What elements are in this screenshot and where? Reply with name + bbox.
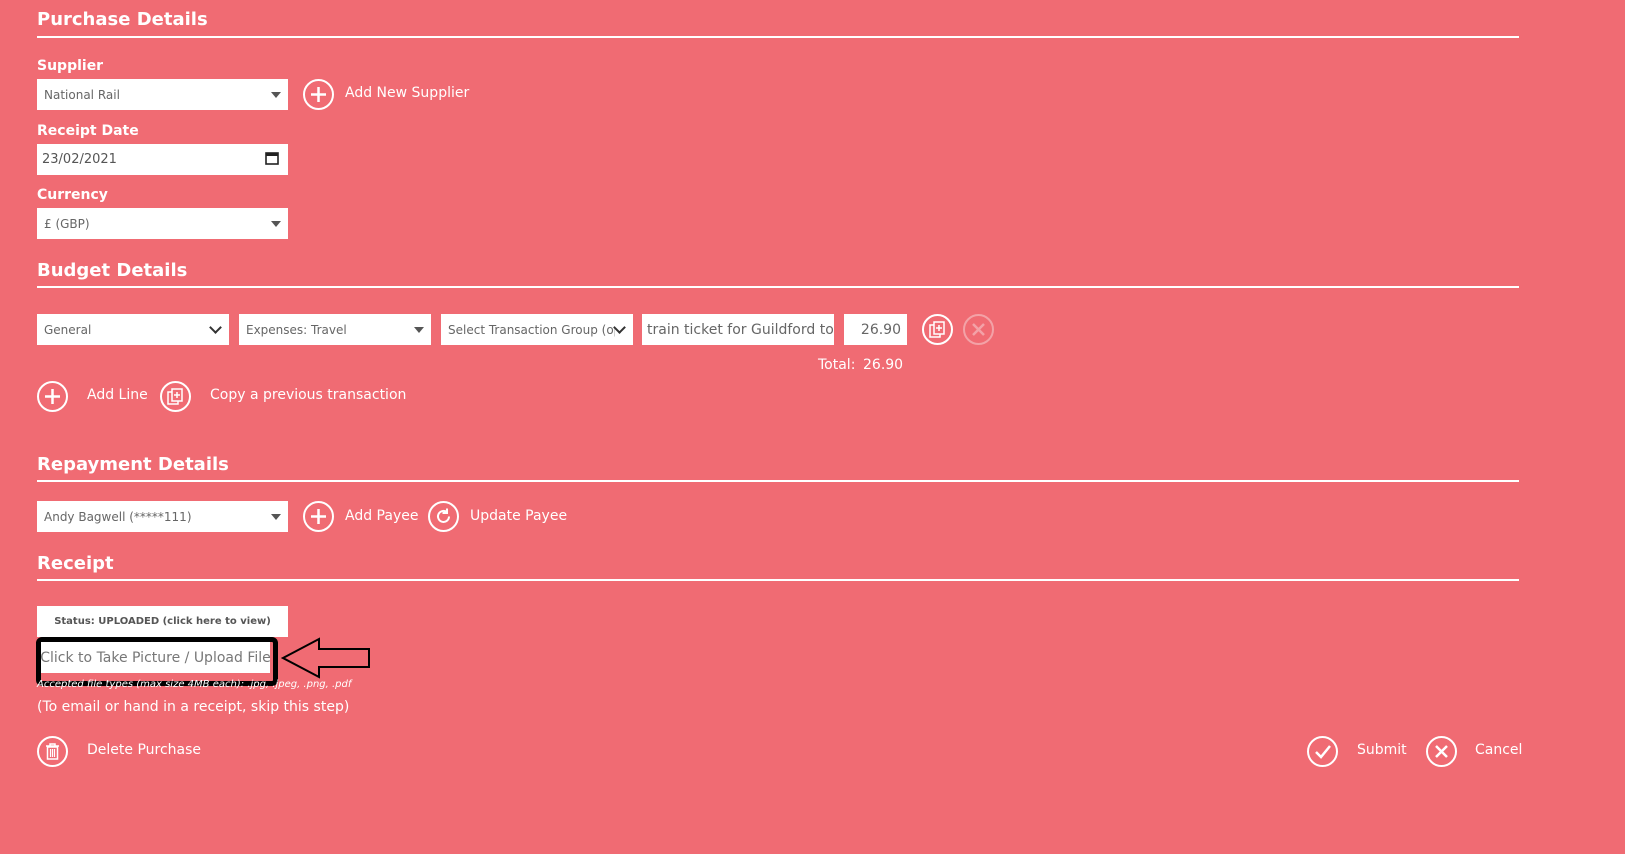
accepted-file-types: Accepted file types (max size 4MB each):…: [37, 679, 352, 690]
update-payee-button[interactable]: [428, 501, 459, 532]
transaction-group-select[interactable]: Select Transaction Group (op: [441, 314, 633, 345]
repayment-details-title: Repayment Details: [37, 454, 229, 475]
chevron-down-icon: [209, 320, 222, 334]
payee-select[interactable]: Andy Bagwell (*****111): [37, 501, 288, 532]
transaction-group-value: Select Transaction Group (op: [448, 322, 615, 337]
close-icon: [971, 322, 986, 337]
dropdown-caret-icon: [271, 220, 281, 227]
delete-purchase-link[interactable]: Delete Purchase: [87, 742, 201, 758]
upload-file-label: Click to Take Picture / Upload File: [40, 649, 271, 666]
receipt-date-value: 23/02/2021: [42, 152, 117, 167]
update-payee-link[interactable]: Update Payee: [470, 508, 567, 524]
budget-details-title: Budget Details: [37, 260, 188, 281]
category-select[interactable]: Expenses: Travel: [239, 314, 431, 345]
receipt-status-button[interactable]: Status: UPLOADED (click here to view): [37, 606, 288, 637]
payee-value: Andy Bagwell (*****111): [44, 509, 192, 524]
remove-line-button[interactable]: [963, 314, 994, 345]
close-icon: [1434, 744, 1449, 759]
copy-previous-link[interactable]: Copy a previous transaction: [210, 387, 406, 403]
amount-value: 26.90: [860, 321, 901, 338]
currency-select[interactable]: £ (GBP): [37, 208, 288, 239]
supplier-select[interactable]: National Rail: [37, 79, 288, 110]
purchase-details-title: Purchase Details: [37, 9, 208, 30]
add-payee-plus-icon[interactable]: [303, 501, 334, 532]
dropdown-caret-icon: [414, 326, 424, 333]
copy-icon: [167, 388, 184, 405]
trash-icon: [45, 743, 60, 760]
refresh-icon: [434, 507, 453, 526]
purchase-divider: [37, 36, 1519, 38]
chevron-down-icon: [613, 320, 626, 334]
delete-purchase-button[interactable]: [37, 736, 68, 767]
budget-divider: [37, 286, 1519, 288]
check-icon: [1314, 744, 1332, 760]
total-label: Total:: [818, 357, 856, 373]
add-line-plus-icon[interactable]: [37, 381, 68, 412]
add-new-supplier-link[interactable]: Add New Supplier: [345, 85, 469, 101]
add-supplier-plus-icon[interactable]: [303, 79, 334, 110]
budget-select[interactable]: General: [37, 314, 229, 345]
add-line-link[interactable]: Add Line: [87, 387, 148, 403]
copy-previous-button[interactable]: [160, 381, 191, 412]
receipt-title: Receipt: [37, 553, 114, 574]
add-payee-link[interactable]: Add Payee: [345, 508, 418, 524]
cancel-button[interactable]: [1426, 736, 1457, 767]
receipt-date-label: Receipt Date: [37, 123, 139, 139]
receipt-divider: [37, 579, 1519, 581]
dropdown-caret-icon: [271, 513, 281, 520]
supplier-value: National Rail: [44, 87, 120, 102]
description-input[interactable]: train ticket for Guildford to L: [642, 314, 834, 345]
total-value: 26.90: [863, 357, 904, 373]
supplier-label: Supplier: [37, 58, 104, 74]
submit-button[interactable]: [1307, 736, 1338, 767]
repayment-divider: [37, 480, 1519, 482]
calendar-icon[interactable]: [265, 151, 279, 169]
currency-label: Currency: [37, 187, 108, 203]
category-value: Expenses: Travel: [246, 322, 347, 337]
dropdown-caret-icon: [271, 91, 281, 98]
amount-input[interactable]: 26.90: [844, 314, 907, 345]
cancel-link[interactable]: Cancel: [1475, 742, 1522, 758]
skip-note: (To email or hand in a receipt, skip thi…: [37, 699, 350, 715]
copy-line-button[interactable]: [922, 314, 953, 345]
receipt-date-input[interactable]: 23/02/2021: [37, 144, 288, 175]
copy-icon: [929, 321, 946, 338]
description-value: train ticket for Guildford to L: [647, 321, 834, 338]
upload-file-button[interactable]: Click to Take Picture / Upload File: [40, 642, 271, 675]
arrow-left-icon: [280, 637, 371, 683]
currency-value: £ (GBP): [44, 216, 90, 231]
budget-value: General: [44, 322, 92, 337]
submit-link[interactable]: Submit: [1357, 742, 1407, 758]
